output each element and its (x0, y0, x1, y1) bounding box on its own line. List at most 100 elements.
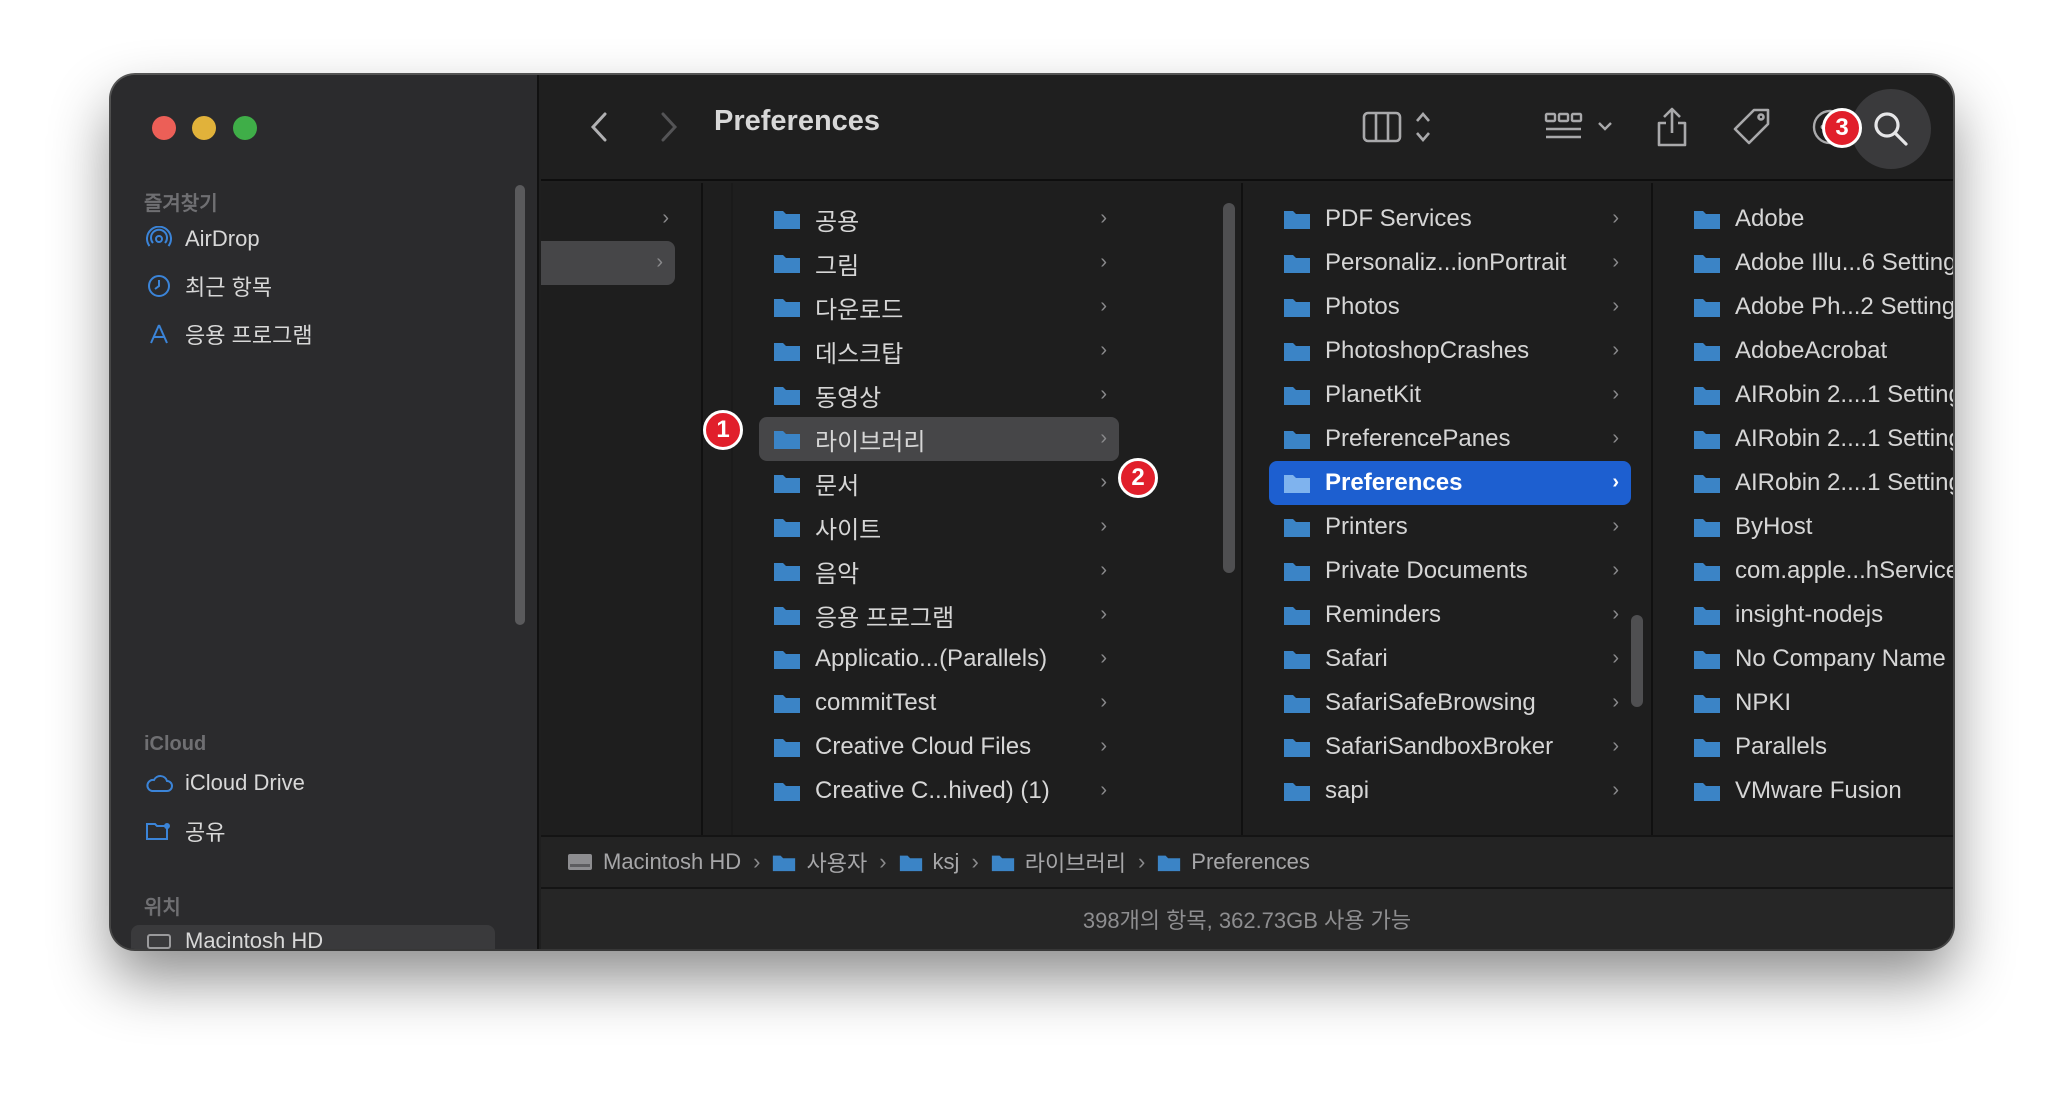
list-item[interactable]: 사이트 › (759, 505, 1119, 549)
list-item-label: 공용 (815, 208, 860, 236)
folder-icon (774, 739, 800, 757)
list-item[interactable]: 다운로드 › (759, 285, 1119, 329)
list-item[interactable]: Adobe› (1679, 197, 1953, 241)
list-item[interactable]: AIRobin 2....1 Settings› (1679, 417, 1953, 461)
list-item-label: PlanetKit (1325, 381, 1422, 408)
list-item[interactable]: Safari › (1269, 637, 1631, 681)
path-item-users[interactable]: 사용자 (772, 846, 867, 878)
sidebar-item-label: Macintosh HD (185, 928, 324, 949)
list-item-label: insight-nodejs (1735, 601, 1884, 628)
list-item[interactable]: Photos › (1269, 285, 1631, 329)
list-item[interactable]: 음악 › (759, 549, 1119, 593)
folder-icon (1694, 563, 1720, 581)
list-item[interactable]: commitTest › (759, 681, 1119, 725)
list-item[interactable]: 동영상 › (759, 373, 1119, 417)
column-scrollbar[interactable] (1631, 615, 1643, 707)
list-item-label: 데스크탑 (815, 340, 904, 368)
list-item-selected[interactable]: 라이브러리 › (759, 417, 1119, 461)
column-divider[interactable] (701, 183, 703, 878)
list-item[interactable]: SafariSandboxBroker › (1269, 725, 1631, 769)
chevron-right-icon: › (1612, 427, 1619, 449)
list-item[interactable]: 공용 › (759, 197, 1119, 241)
folder-icon (1694, 519, 1720, 537)
list-item[interactable]: AIRobin 2....1 Settings› (1679, 461, 1953, 505)
sidebar-item-airdrop[interactable]: AirDrop (145, 223, 260, 255)
list-item-selected[interactable]: › (541, 241, 675, 285)
sidebar-scrollbar[interactable] (515, 185, 525, 625)
forward-button[interactable] (651, 99, 687, 155)
search-button[interactable] (1851, 89, 1931, 169)
list-item[interactable]: No Company Name› (1679, 637, 1953, 681)
list-item-label: Personaliz...ionPortrait (1325, 249, 1567, 276)
list-item[interactable]: ByHost› (1679, 505, 1953, 549)
list-item-selected[interactable]: Preferences › (1269, 461, 1631, 505)
list-item[interactable]: PhotoshopCrashes › (1269, 329, 1631, 373)
close-window-button[interactable] (152, 116, 176, 140)
sidebar-item-macintosh-hd[interactable]: Macintosh HD (131, 925, 495, 949)
sidebar-item-icloud-drive[interactable]: iCloud Drive (145, 767, 305, 799)
list-item[interactable]: Adobe Illu...6 Settings› (1679, 241, 1953, 285)
path-item-library[interactable]: 라이브러리 (991, 846, 1126, 878)
list-item[interactable]: Adobe Ph...2 Settings› (1679, 285, 1953, 329)
list-item[interactable]: sapi › (1269, 769, 1631, 813)
group-button[interactable] (1541, 99, 1621, 155)
annotation-badge-1: 1 (703, 410, 743, 450)
share-button[interactable] (1649, 99, 1695, 155)
column-scrollbar[interactable] (1223, 203, 1235, 573)
chevron-right-icon: › (1612, 691, 1619, 713)
list-item[interactable]: Parallels› (1679, 725, 1953, 769)
list-item[interactable]: Private Documents › (1269, 549, 1631, 593)
list-item[interactable]: VMware Fusion› (1679, 769, 1953, 813)
chevron-right-icon: › (1612, 603, 1619, 625)
list-item[interactable]: Personaliz...ionPortrait › (1269, 241, 1631, 285)
list-item[interactable]: AIRobin 2....1 Settings› (1679, 373, 1953, 417)
list-item-label: Creative C...hived) (1) (815, 777, 1050, 804)
list-item[interactable]: 그림 › (759, 241, 1119, 285)
list-item[interactable]: AdobeAcrobat› (1679, 329, 1953, 373)
list-item[interactable]: insight-nodejs› (1679, 593, 1953, 637)
sidebar-item-shared[interactable]: 공유 (145, 815, 225, 847)
list-item[interactable]: SafariSafeBrowsing › (1269, 681, 1631, 725)
list-item[interactable]: PreferencePanes › (1269, 417, 1631, 461)
list-item[interactable]: com.apple...hServices› (1679, 549, 1953, 593)
list-item-label: 동영상 (815, 384, 882, 412)
sidebar-item-label: AirDrop (185, 226, 260, 251)
list-item-label: com.apple...hServices (1735, 557, 1953, 584)
view-mode-button[interactable] (1359, 99, 1449, 155)
chevron-right-icon: › (1100, 515, 1107, 537)
zoom-window-button[interactable] (233, 116, 257, 140)
annotation-badge-2: 2 (1118, 458, 1158, 498)
path-item-preferences[interactable]: Preferences (1157, 849, 1310, 875)
path-item-home[interactable]: ksj (899, 849, 959, 875)
list-item[interactable]: 문서 › (759, 461, 1119, 505)
list-item[interactable]: 데스크탑 › (759, 329, 1119, 373)
list-item[interactable]: Reminders › (1269, 593, 1631, 637)
annotation-badge-3: 3 (1822, 108, 1862, 148)
sidebar-item-applications[interactable]: 응용 프로그램 (145, 318, 313, 350)
list-item[interactable]: Creative C...hived) (1) › (759, 769, 1119, 813)
list-item[interactable]: PDF Services › (1269, 197, 1631, 241)
folder-icon (1284, 783, 1310, 801)
folder-icon (1284, 519, 1310, 537)
list-item[interactable]: Creative Cloud Files › (759, 725, 1119, 769)
chevron-right-icon: › (1100, 207, 1107, 229)
back-button[interactable] (581, 99, 617, 155)
list-item[interactable]: PlanetKit › (1269, 373, 1631, 417)
chevron-right-icon: › (1612, 207, 1619, 229)
share-icon (1657, 107, 1687, 147)
list-item-label: PhotoshopCrashes (1325, 337, 1530, 364)
folder-icon (1694, 255, 1720, 273)
path-item-disk[interactable]: Macintosh HD (567, 849, 741, 875)
list-item[interactable]: Printers › (1269, 505, 1631, 549)
list-item[interactable]: NPKI› (1679, 681, 1953, 725)
tag-button[interactable] (1729, 99, 1775, 155)
chevron-left-icon (590, 112, 607, 142)
folder-icon (1284, 563, 1310, 581)
list-item[interactable]: › (541, 197, 681, 241)
chevron-right-icon: › (1100, 251, 1107, 273)
sidebar-item-recents[interactable]: 최근 항목 (145, 270, 272, 302)
folder-icon (1694, 783, 1720, 801)
minimize-window-button[interactable] (192, 116, 216, 140)
list-item[interactable]: Applicatio...(Parallels) › (759, 637, 1119, 681)
list-item[interactable]: 응용 프로그램 › (759, 593, 1119, 637)
